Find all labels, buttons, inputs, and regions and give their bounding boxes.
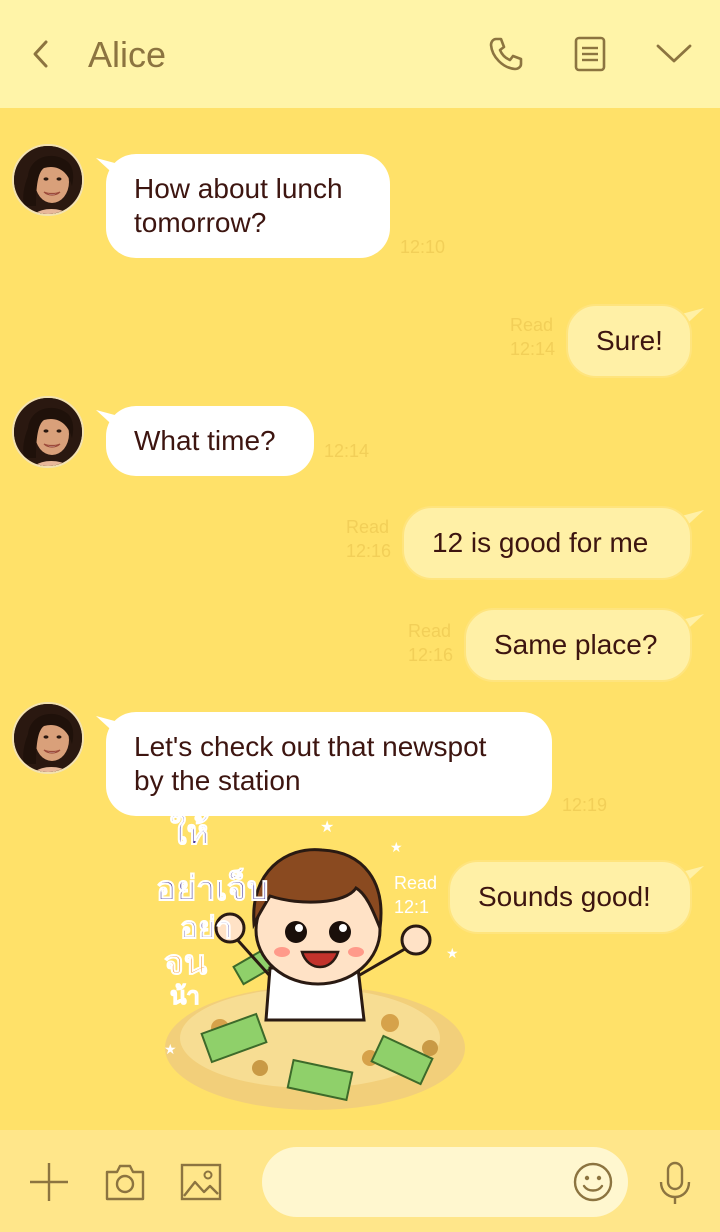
- image-icon: [180, 1163, 222, 1201]
- sticker-text-line: จน: [164, 943, 207, 983]
- chevron-down-icon: [656, 44, 692, 63]
- message-text-line: 12 is good for me: [432, 527, 649, 558]
- message-input-bar: [0, 1130, 720, 1232]
- microphone-icon: [659, 1161, 691, 1204]
- read-receipt: Read: [346, 517, 390, 537]
- message-text-line: by the station: [134, 765, 301, 796]
- back-button[interactable]: [26, 34, 58, 74]
- sticker-boy-money-icon: ★ ★ ★ ★ ให้ อย่าเจ็บ อย่า จน น้า: [156, 812, 465, 1110]
- emoji-icon: [573, 1162, 613, 1202]
- sticker-text-line: อย่า: [180, 911, 232, 946]
- gallery-button[interactable]: [180, 1162, 222, 1207]
- message-text-line: What time?: [134, 425, 276, 456]
- camera-button[interactable]: [104, 1162, 146, 1207]
- svg-text:★: ★: [320, 817, 334, 836]
- voice-message-button[interactable]: [656, 1160, 694, 1211]
- plus-icon: [30, 1163, 68, 1201]
- call-button[interactable]: [486, 34, 526, 74]
- message-text-line: How about lunch: [134, 173, 343, 204]
- message-bubble-outgoing[interactable]: Same place?: [464, 608, 692, 682]
- svg-text:★: ★: [164, 1042, 177, 1058]
- contact-photo-icon: [14, 398, 82, 466]
- contact-photo-icon: [14, 146, 82, 214]
- notes-button[interactable]: [570, 34, 610, 74]
- avatar[interactable]: [12, 144, 84, 216]
- sticker-text-line: ให้: [170, 812, 209, 853]
- avatar[interactable]: [12, 702, 84, 774]
- message-timestamp: 12:19: [562, 795, 608, 815]
- add-attachment-button[interactable]: [28, 1161, 70, 1208]
- message-bubble-incoming[interactable]: How about lunch tomorrow?: [106, 154, 390, 258]
- read-receipt: Read: [394, 873, 438, 893]
- message-text-line: Same place?: [494, 629, 658, 660]
- avatar[interactable]: [12, 396, 84, 468]
- chat-header: Alice: [0, 0, 720, 108]
- message-text-line: tomorrow?: [134, 207, 267, 238]
- chat-title: Alice: [88, 34, 167, 75]
- message-text-line: Sure!: [596, 325, 663, 356]
- message-timestamp: 12:14: [510, 339, 556, 359]
- read-receipt: Read: [510, 315, 554, 335]
- phone-icon: [489, 37, 523, 71]
- message-bubble-outgoing[interactable]: 12 is good for me: [402, 506, 692, 580]
- message-timestamp: 12:14: [324, 441, 370, 461]
- message-text-line: Sounds good!: [478, 881, 651, 912]
- notes-icon: [574, 36, 606, 72]
- camera-icon: [105, 1164, 145, 1201]
- message-bubble-outgoing[interactable]: Sure!: [566, 304, 692, 378]
- message-timestamp: 12:16: [346, 541, 392, 561]
- message-bubble-incoming[interactable]: What time?: [106, 406, 314, 476]
- sticker-image[interactable]: ★ ★ ★ ★ ให้ อย่าเจ็บ อย่า จน น้า: [150, 808, 480, 1118]
- menu-dropdown-button[interactable]: [654, 34, 694, 74]
- sticker-text-line: น้า: [170, 982, 200, 1010]
- contact-photo-icon: [14, 704, 82, 772]
- read-receipt: Read: [408, 621, 452, 641]
- svg-text:★: ★: [390, 840, 403, 856]
- message-timestamp: 12:16: [408, 645, 454, 665]
- svg-text:★: ★: [446, 946, 459, 962]
- message-text-line: Let's check out that newspot: [134, 731, 487, 762]
- message-bubble-outgoing[interactable]: Sounds good!: [448, 860, 692, 934]
- message-timestamp: 12:10: [400, 237, 446, 257]
- back-chevron-icon: [33, 40, 48, 68]
- message-timestamp: 12:1: [394, 897, 430, 917]
- chat-area[interactable]: How about lunch tomorrow? 12:10 Read 12:…: [0, 108, 720, 1130]
- message-bubble-incoming[interactable]: Let's check out that newspot by the stat…: [106, 712, 552, 816]
- emoji-button[interactable]: [572, 1161, 614, 1208]
- sticker-text-line: อย่าเจ็บ: [156, 867, 269, 909]
